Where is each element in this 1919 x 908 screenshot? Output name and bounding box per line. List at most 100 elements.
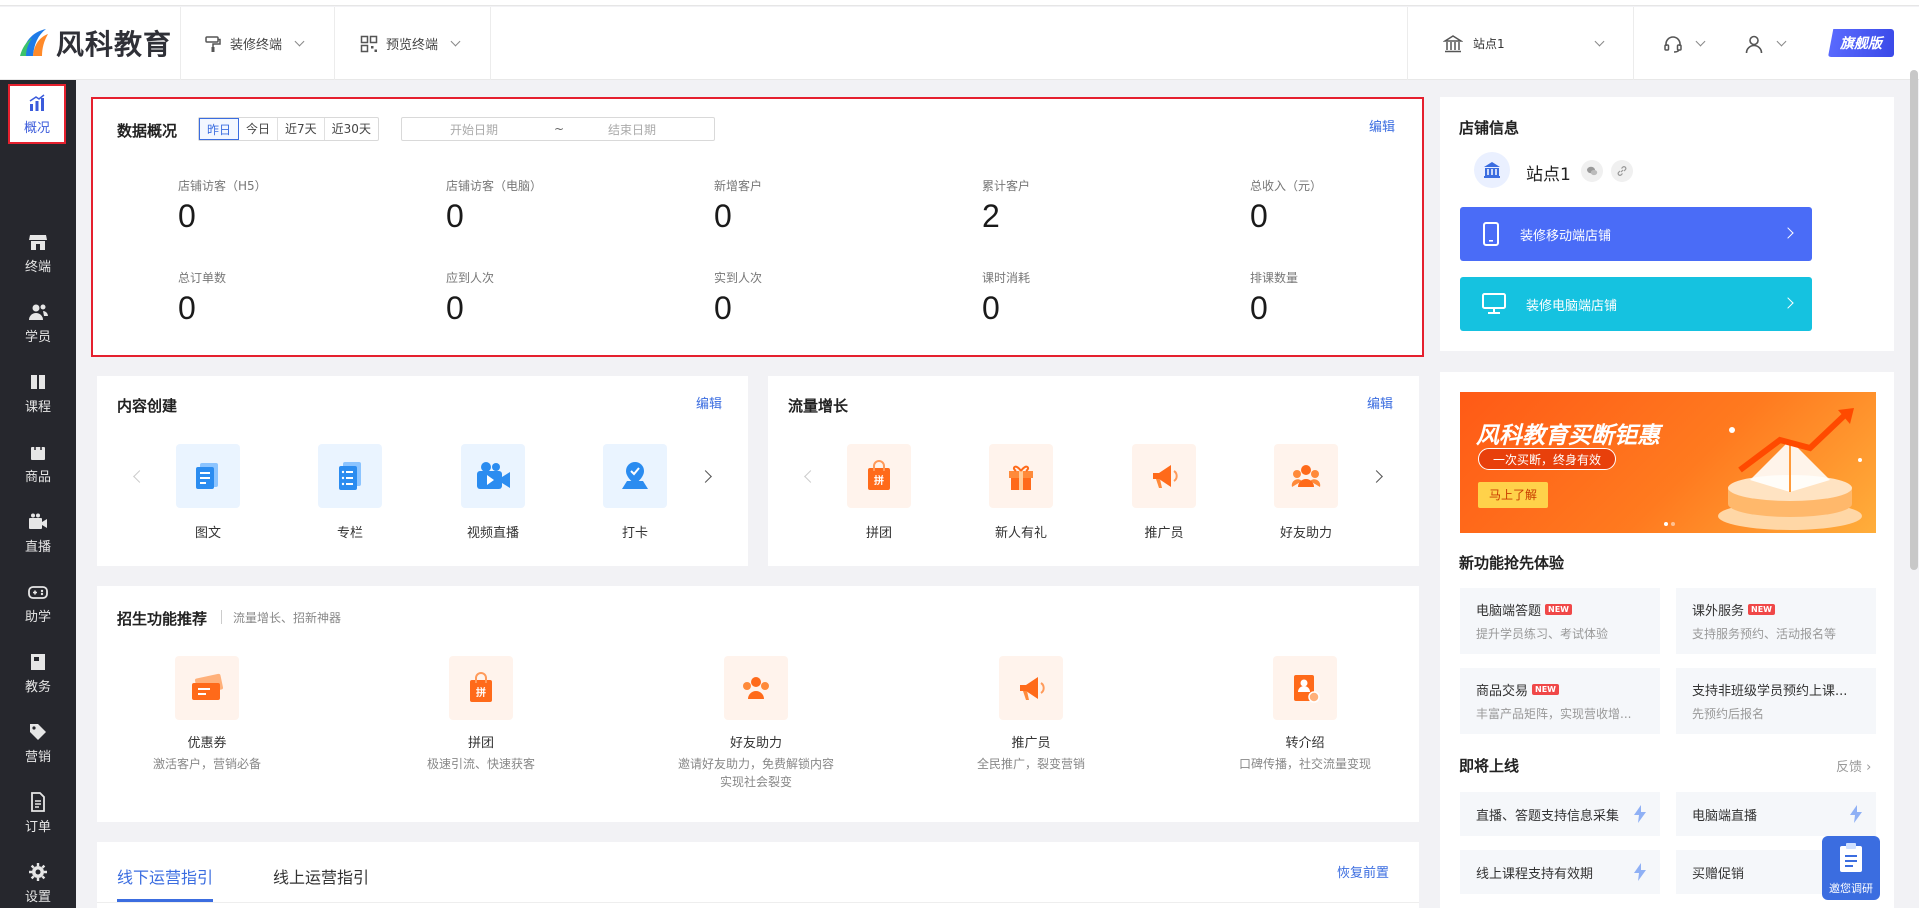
range-tab-today[interactable]: 今日 — [239, 118, 279, 140]
sidebar: 概况 终端 学员 课程 商品 直播 助学 教务 营销 订单 设置 — [0, 80, 76, 908]
feedback-link[interactable]: 反馈 › — [1836, 756, 1871, 775]
sidebar-item-marketing[interactable]: 营销 — [0, 712, 76, 774]
metric-value: 0 — [178, 198, 196, 234]
metric-value: 0 — [1250, 198, 1268, 234]
traffic-edit-link[interactable]: 编辑 — [1367, 393, 1393, 412]
chevron-right-icon — [1782, 227, 1794, 239]
content-tile-article[interactable]: 图文 — [158, 444, 258, 541]
traffic-tile-promoter[interactable]: 推广员 — [1114, 444, 1214, 541]
new-feature-pc-quiz[interactable]: 电脑端答题 NEW 提升学员练习、考试体验 — [1460, 588, 1660, 654]
survey-float-button[interactable]: 邀您调研 — [1822, 836, 1880, 900]
preview-terminal-label: 预览终端 — [386, 38, 439, 53]
content-tile-checkin[interactable]: 打卡 — [585, 444, 685, 541]
sidebar-item-settings[interactable]: 设置 — [0, 852, 76, 908]
link-icon[interactable] — [1611, 160, 1633, 182]
promo-banner[interactable]: 风科教育买断钜惠 一次买断，终身有效 马上了解 — [1460, 392, 1876, 533]
range-tab-yesterday[interactable]: 昨日 — [199, 118, 240, 140]
sidebar-item-live[interactable]: 直播 — [0, 502, 76, 564]
content-edit-link[interactable]: 编辑 — [696, 393, 722, 412]
referral-card-icon — [1294, 675, 1320, 703]
coming-soon-label: 电脑端直播 — [1692, 808, 1758, 824]
edition-badge[interactable]: 旗舰版 — [1828, 29, 1894, 57]
recruit-item-desc: 邀请好友助力，免费解锁内容 实现社会裂变 — [646, 755, 866, 791]
megaphone-icon — [1020, 677, 1045, 700]
data-overview-title: 数据概况 — [117, 122, 178, 140]
sidebar-item-terminal[interactable]: 终端 — [0, 222, 76, 284]
feature-title: 商品交易 — [1476, 684, 1529, 699]
restore-link[interactable]: 恢复前置 — [1337, 862, 1389, 881]
coming-soon-item: 电脑端直播 — [1676, 792, 1876, 836]
range-tab-7days[interactable]: 近7天 — [278, 118, 325, 140]
mobile-phone-icon — [1483, 222, 1499, 246]
sidebar-item-academic[interactable]: 教务 — [0, 642, 76, 704]
content-tile-column[interactable]: 专栏 — [300, 444, 400, 541]
tile-label: 好友助力 — [1279, 526, 1332, 541]
lightning-icon — [1634, 863, 1646, 881]
decorate-terminal-menu[interactable]: 装修终端 — [204, 7, 305, 80]
recruit-item-promoter[interactable]: 推广员 全民推广，裂变营销 — [921, 656, 1141, 773]
recruit-item-desc: 激活客户，营销必备 — [152, 757, 261, 771]
metric-class-hours-used: 课时消耗 0 — [982, 269, 1202, 327]
sidebar-item-products[interactable]: 商品 — [0, 432, 76, 494]
decorate-mobile-shop-button[interactable]: 装修移动端店铺 — [1460, 207, 1812, 261]
sidebar-item-overview[interactable]: 概况 — [8, 84, 66, 144]
tab-online-guide[interactable]: 线上运营指引 — [273, 864, 369, 888]
building-icon — [1484, 162, 1500, 178]
new-badge: NEW — [1545, 604, 1572, 615]
recruit-item-group-buy[interactable]: 拼 拼团 极速引流、快速获客 — [371, 656, 591, 773]
banner-title: 风科教育买断钜惠 — [1476, 423, 1660, 449]
range-tab-30days[interactable]: 近30天 — [325, 118, 378, 140]
scroll-right-icon[interactable] — [699, 470, 712, 483]
article-icon — [196, 463, 218, 489]
sidebar-item-study-aid[interactable]: 助学 — [0, 572, 76, 634]
wechat-icon[interactable] — [1581, 160, 1603, 182]
date-range-picker[interactable]: 开始日期 ~ 结束日期 — [401, 117, 715, 141]
traffic-growth-panel: 流量增长 编辑 拼 拼团 新人有礼 推广员 好友助力 — [768, 376, 1419, 566]
metric-total-customers: 累计客户 2 — [982, 177, 1202, 235]
tab-offline-guide[interactable]: 线下运营指引 — [117, 864, 213, 888]
new-feature-commerce[interactable]: 商品交易 NEW 丰富产品矩阵，实现营收增... — [1460, 668, 1660, 734]
metric-label: 应到人次 — [446, 271, 495, 285]
overview-edit-link[interactable]: 编辑 — [1369, 116, 1395, 135]
scroll-right-icon[interactable] — [1370, 470, 1383, 483]
page-scrollbar[interactable] — [1910, 70, 1918, 570]
carousel-dot[interactable] — [1671, 522, 1675, 526]
traffic-tile-new-user-gift[interactable]: 新人有礼 — [971, 444, 1071, 541]
shop-info-panel: 店铺信息 站点1 装修移动端店铺 装修电脑端店铺 — [1440, 97, 1894, 351]
carousel-dot[interactable] — [1664, 522, 1668, 526]
banner-cta-button[interactable]: 马上了解 — [1478, 482, 1548, 508]
coming-soon-title: 即将上线 — [1459, 757, 1520, 775]
qrcode-icon — [360, 35, 378, 52]
content-tile-video-live[interactable]: 视频直播 — [443, 444, 543, 541]
decorate-pc-shop-button[interactable]: 装修电脑端店铺 — [1460, 277, 1812, 331]
traffic-tile-friend-assist[interactable]: 好友助力 — [1256, 444, 1356, 541]
monitor-icon — [1482, 293, 1506, 314]
recruit-item-referral[interactable]: 转介绍 口碑传播，社交流量变现 — [1195, 656, 1415, 773]
notebook-icon — [31, 653, 45, 670]
end-date-input[interactable]: 结束日期 — [608, 121, 656, 138]
bag-icon — [31, 441, 45, 460]
column-icon — [339, 462, 361, 490]
scroll-left-icon[interactable] — [133, 470, 146, 483]
sidebar-item-orders[interactable]: 订单 — [0, 782, 76, 844]
user-menu-button[interactable] — [1744, 7, 1787, 80]
decorate-mobile-shop-label: 装修移动端店铺 — [1520, 228, 1612, 244]
new-feature-non-class-booking[interactable]: 支持非班级学员预约上课... 先预约后报名 — [1676, 668, 1876, 734]
chevron-down-icon — [450, 36, 461, 47]
sidebar-item-courses[interactable]: 课程 — [0, 362, 76, 424]
header-divider — [1407, 7, 1408, 80]
preview-terminal-menu[interactable]: 预览终端 — [360, 7, 461, 80]
scroll-left-icon[interactable] — [804, 470, 817, 483]
customer-service-button[interactable] — [1663, 7, 1706, 80]
sidebar-item-label: 直播 — [24, 539, 51, 555]
recruit-item-friend-assist[interactable]: 好友助力 邀请好友助力，免费解锁内容 实现社会裂变 — [646, 656, 866, 791]
start-date-input[interactable]: 开始日期 — [450, 121, 498, 138]
new-feature-extracurricular[interactable]: 课外服务 NEW 支持服务预约、活动报名等 — [1676, 588, 1876, 654]
tile-label: 新人有礼 — [994, 526, 1047, 541]
coming-soon-label: 直播、答题支持信息采集 — [1476, 808, 1620, 824]
brand-logo[interactable]: 风科教育 — [18, 21, 172, 65]
site-selector[interactable]: 站点1 — [1443, 7, 1605, 80]
recruit-item-coupon[interactable]: 优惠券 激活客户，营销必备 — [97, 656, 317, 773]
traffic-tile-group-buy[interactable]: 拼 拼团 — [829, 444, 929, 541]
sidebar-item-students[interactable]: 学员 — [0, 292, 76, 354]
